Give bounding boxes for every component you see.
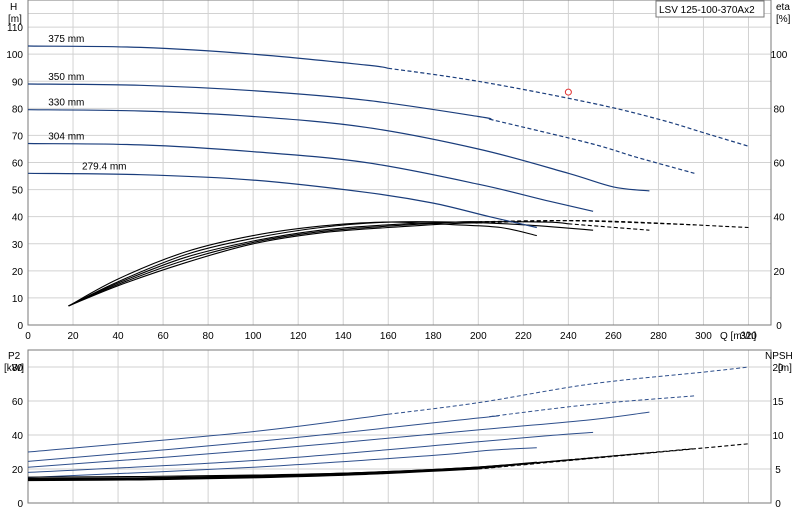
npsh-axis-unit: [m] — [778, 363, 792, 374]
upper-panel-head-efficiency: 375 mm 350 mm 330 mm 304 mm 279.4 mm 0 20 40 60… — [6, 0, 791, 342]
x-tick-label: 260 — [605, 331, 622, 342]
head-tick-label: 80 — [12, 104, 24, 115]
eta-curve-2 — [68, 221, 650, 307]
impeller-diameter-label: 375 mm — [48, 34, 84, 45]
x-tick-label: 140 — [335, 331, 352, 342]
npsh-tick-label: 10 — [772, 431, 784, 442]
pump-performance-chart: 375 mm 350 mm 330 mm 304 mm 279.4 mm 0 20 40 60… — [4, 0, 793, 510]
x-tick-label: 180 — [425, 331, 442, 342]
eta-curve-1 — [68, 221, 594, 307]
pump-model-title: LSV 125-100-370Ax2 — [659, 5, 755, 16]
x-tick-label: 300 — [695, 331, 712, 342]
eta-axis-name: eta — [776, 2, 790, 13]
head-axis-name: H — [10, 2, 17, 13]
x-tick-label: 40 — [112, 331, 124, 342]
impeller-diameter-label: 279.4 mm — [82, 161, 126, 172]
eta-tick-label: 60 — [773, 159, 785, 170]
x-tick-label: 280 — [650, 331, 667, 342]
x-tick-label: 80 — [203, 331, 215, 342]
head-curve-2-solid — [27, 109, 650, 192]
head-axis-unit: [m] — [8, 14, 22, 25]
eta-tick-label: 100 — [771, 50, 788, 61]
head-curve-3 — [27, 142, 594, 212]
lower-panel-power-npsh: 02040608005101520 P2 [kW] NPSH [m] — [4, 349, 793, 510]
duty-point-marker — [564, 88, 572, 96]
power-tick-label: 20 — [12, 465, 24, 476]
head-tick-label: 70 — [12, 131, 24, 142]
x-tick-label: 20 — [67, 331, 79, 342]
impeller-diameter-label: 304 mm — [48, 132, 84, 143]
head-curve-2 — [27, 109, 650, 192]
power-curve-1-dashed — [489, 395, 695, 418]
npsh-axis-name: NPSH — [765, 351, 793, 362]
x-tick-label: 160 — [380, 331, 397, 342]
eta-tick-label: 20 — [773, 267, 785, 278]
head-tick-label: 90 — [12, 77, 24, 88]
power-axis-unit: [kW] — [4, 363, 24, 374]
impeller-diameter-label: 330 mm — [48, 98, 84, 109]
x-tick-label: 100 — [245, 331, 262, 342]
power-curve-3-solid — [27, 431, 594, 473]
head-curve-1 — [27, 83, 695, 174]
impeller-diameter-label: 350 mm — [48, 72, 84, 83]
power-curve-2 — [27, 411, 650, 468]
head-tick-label: 40 — [12, 213, 24, 224]
power-tick-label: 40 — [12, 431, 24, 442]
eta-tick-label: 0 — [776, 321, 782, 332]
power-curve-4-solid — [27, 447, 537, 478]
x-tick-label: 220 — [515, 331, 532, 342]
head-curve-1-solid — [27, 83, 492, 120]
eta-axis-unit: [%] — [776, 14, 791, 25]
head-tick-label: 60 — [12, 159, 24, 170]
flow-axis-label: Q [m³/h] — [720, 331, 756, 342]
head-tick-label: 10 — [12, 294, 24, 305]
eta-curve-1-solid — [68, 221, 594, 307]
head-curve-3-solid — [27, 142, 594, 212]
power-curve-2-solid — [27, 411, 650, 468]
eta-tick-label: 40 — [773, 213, 785, 224]
power-tick-label: 0 — [17, 499, 23, 510]
x-tick-label: 240 — [560, 331, 577, 342]
power-axis-name: P2 — [8, 351, 21, 362]
head-curve-4 — [27, 172, 537, 229]
eta-tick-label: 80 — [773, 104, 785, 115]
eta-curve-4-solid — [68, 222, 479, 307]
eta-curve-2-solid — [68, 221, 569, 307]
x-tick-label: 60 — [158, 331, 170, 342]
head-tick-label: 100 — [6, 50, 23, 61]
x-tick-label: 120 — [290, 331, 307, 342]
power-curve-1-solid — [27, 415, 500, 462]
npsh-tick-label: 5 — [775, 465, 781, 476]
npsh-tick-label: 0 — [775, 499, 781, 510]
x-tick-label: 200 — [470, 331, 487, 342]
head-curve-4-solid — [27, 172, 537, 229]
power-tick-label: 60 — [12, 397, 24, 408]
power-curve-3 — [27, 431, 594, 473]
upper-tick-labels: 0 20 40 60 80 100 120 140 160 180 200 220 240 260 280 3… — [6, 23, 787, 342]
head-tick-label: 0 — [17, 321, 23, 332]
npsh-tick-label: 15 — [772, 397, 784, 408]
head-tick-label: 50 — [12, 186, 24, 197]
lower-tick-labels: 02040608005101520 — [12, 363, 784, 510]
head-curve-1-dashed — [489, 118, 695, 174]
x-tick-label: 0 — [25, 331, 31, 342]
eta-curve-4 — [68, 220, 749, 307]
head-tick-label: 30 — [12, 240, 24, 251]
power-curve-4 — [27, 447, 537, 478]
head-tick-label: 20 — [12, 267, 24, 278]
